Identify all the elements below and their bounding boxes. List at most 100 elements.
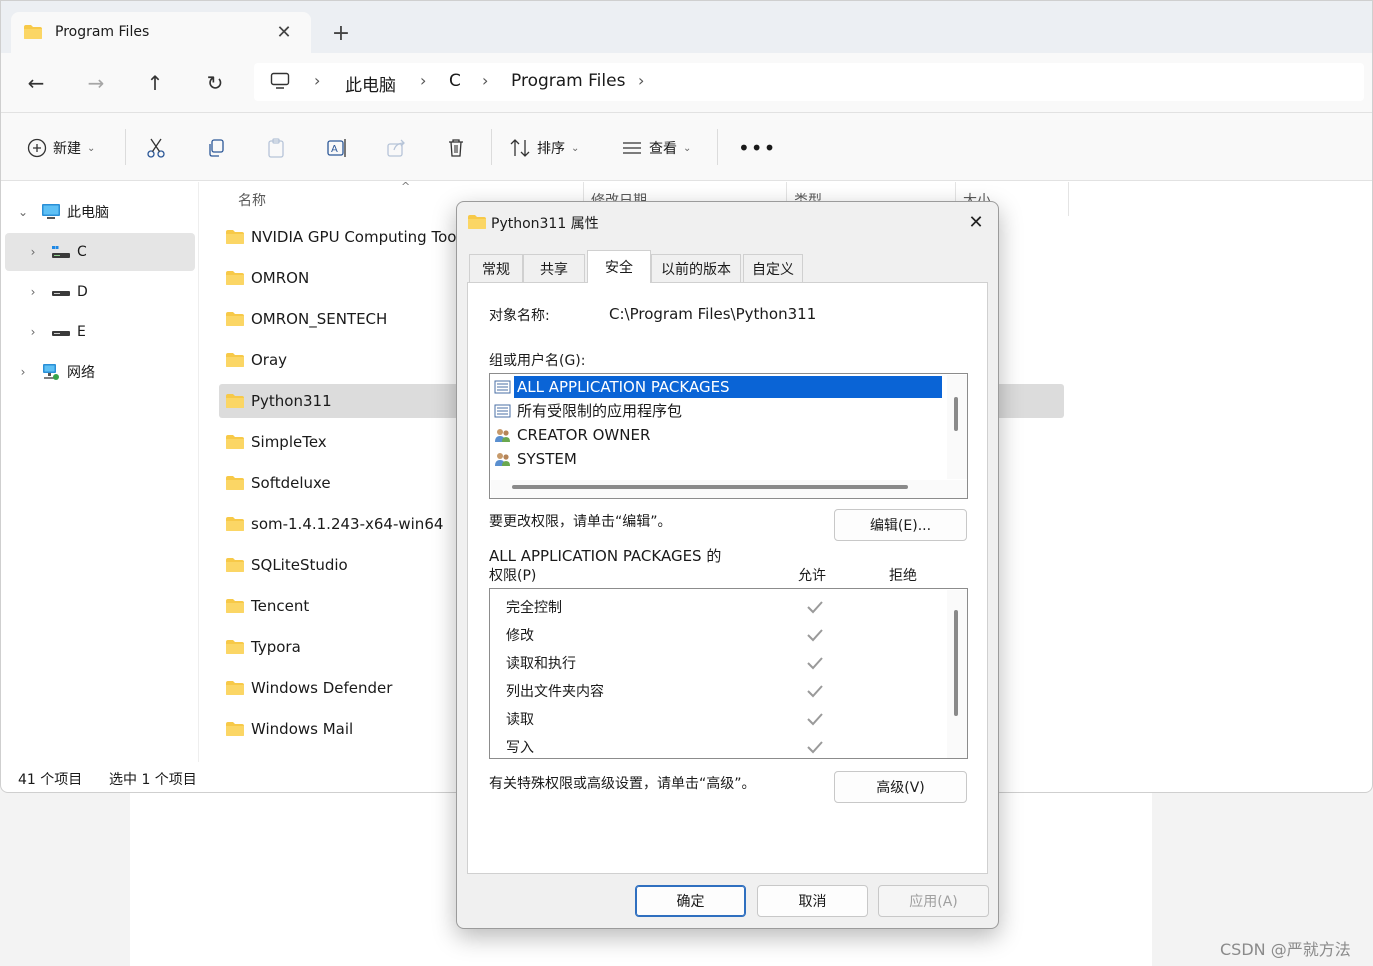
chevron-right-icon[interactable]: › [25,245,41,259]
permission-name: 读取和执行 [506,656,576,672]
scrollbar-thumb[interactable] [954,610,958,716]
delete-button[interactable] [446,133,466,163]
cut-button[interactable] [146,133,166,163]
file-name: NVIDIA GPU Computing Tool [251,228,461,246]
up-arrow-icon[interactable]: ↑ [138,67,172,99]
share-icon [386,138,408,158]
vertical-scrollbar[interactable] [947,590,967,758]
chevron-down-icon[interactable]: ⌄ [15,205,31,219]
folder-icon [225,311,245,327]
new-button[interactable]: 新建 ⌄ [27,133,95,163]
security-panel: 对象名称: C:\Program Files\Python311 组或用户名(G… [467,282,988,874]
permission-row: 列出文件夹内容 [506,677,946,705]
breadcrumb-this-pc[interactable]: 此电脑 [345,71,396,96]
chevron-right-icon[interactable]: › [15,365,31,379]
allow-column-label: 允许 [798,568,826,584]
permission-name: 列出文件夹内容 [506,684,604,700]
tab-title: Program Files [55,24,150,40]
app-package-icon [494,403,512,419]
tab-previous-versions[interactable]: 以前的版本 [651,254,741,282]
chevron-right-icon: › [482,71,489,90]
sidebar-item-this-pc[interactable]: ⌄ 此电脑 [5,193,195,231]
tab-sharing[interactable]: 共享 [523,254,585,282]
group-list-item[interactable]: SYSTEM [494,447,944,471]
group-list-item[interactable]: ALL APPLICATION PACKAGES [494,375,944,399]
selection-count: 选中 1 个项目 [109,772,197,788]
cancel-button[interactable]: 取消 [757,885,868,917]
permission-row: 读取和执行 [506,649,946,677]
command-bar: 新建 ⌄ A 排序 ⌄ 查看 ⌄ ••• [1,113,1372,181]
folder-icon [225,680,245,696]
permission-name: 读取 [506,712,534,728]
app-package-icon [494,379,512,395]
rename-button[interactable]: A [326,133,348,163]
address-bar[interactable]: › 此电脑 › C › Program Files › [254,63,1364,101]
forward-arrow-icon[interactable]: → [79,67,113,99]
allow-check-icon [806,712,824,726]
tab-program-files[interactable]: Program Files ✕ [11,12,311,53]
sort-button[interactable]: 排序 ⌄ [509,133,579,163]
folder-icon [225,434,245,450]
horizontal-scrollbar[interactable] [491,480,967,498]
new-tab-button[interactable]: + [327,21,355,49]
allow-check-icon [806,656,824,670]
permission-name: 修改 [506,628,534,644]
chevron-right-icon[interactable]: › [25,325,41,339]
copy-button[interactable] [206,133,226,163]
scrollbar-thumb[interactable] [512,485,908,489]
paste-button[interactable] [266,133,286,163]
file-name: som-1.4.1.243-x64-win64 [251,515,444,533]
share-button[interactable] [386,133,408,163]
group-list-item[interactable]: 所有受限制的应用程序包 [494,399,944,423]
column-header-name[interactable]: 名称 [238,190,266,210]
vertical-scrollbar[interactable] [947,375,967,479]
more-options-icon[interactable]: ••• [738,133,776,163]
allow-check-icon [806,684,824,698]
view-list-icon [621,140,643,156]
tab-general[interactable]: 常规 [469,254,523,282]
scrollbar-thumb[interactable] [954,397,958,431]
network-icon [41,363,61,381]
chevron-right-icon[interactable]: › [638,71,644,90]
file-name: SimpleTex [251,433,327,451]
close-tab-icon[interactable]: ✕ [273,22,295,44]
back-arrow-icon[interactable]: ← [19,67,53,99]
copy-icon [206,138,226,158]
tab-customize[interactable]: 自定义 [743,254,803,282]
divider [491,129,492,165]
tab-security[interactable]: 安全 [587,250,651,283]
view-button[interactable]: 查看 ⌄ [621,133,691,163]
group-list-item[interactable]: CREATOR OWNER [494,423,944,447]
folder-icon [225,557,245,573]
refresh-icon[interactable]: ↻ [198,67,232,99]
folder-icon [225,393,245,409]
drive-c-icon [51,244,71,260]
sidebar-item-e[interactable]: › E [5,313,195,351]
advanced-button[interactable]: 高级(V) [834,771,967,803]
permission-row: 写入 [506,733,946,758]
close-icon[interactable]: ✕ [963,210,989,236]
folder-icon [225,639,245,655]
groups-listbox[interactable]: ALL APPLICATION PACKAGES 所有受限制的应用程序包 CREAT… [489,373,968,499]
chevron-right-icon[interactable]: › [25,285,41,299]
permission-row: 读取 [506,705,946,733]
file-name: Windows Mail [251,720,354,738]
plus-circle-icon [27,138,47,158]
breadcrumb-program-files[interactable]: Program Files [511,71,625,91]
clipboard-icon [266,137,286,159]
sidebar-item-d[interactable]: › D [5,273,195,311]
permission-name: 完全控制 [506,600,562,616]
allow-check-icon [806,628,824,642]
ok-button[interactable]: 确定 [635,885,746,917]
permissions-listbox[interactable]: 完全控制修改读取和执行列出文件夹内容 读取写入 [489,588,968,759]
navigation-pane: ⌄ 此电脑 › C › D › E › 网络 [1,182,199,762]
allow-check-icon [806,600,824,614]
apply-button[interactable]: 应用(A) [878,885,989,917]
sidebar-item-network[interactable]: › 网络 [5,353,195,391]
edit-button[interactable]: 编辑(E)... [834,509,967,541]
dialog-titlebar[interactable]: Python311 属性 ✕ [457,202,998,242]
sidebar-item-c[interactable]: › C [5,233,195,271]
item-count: 41 个项目 [18,772,83,788]
folder-icon [225,516,245,532]
breadcrumb-c[interactable]: C [449,71,461,91]
